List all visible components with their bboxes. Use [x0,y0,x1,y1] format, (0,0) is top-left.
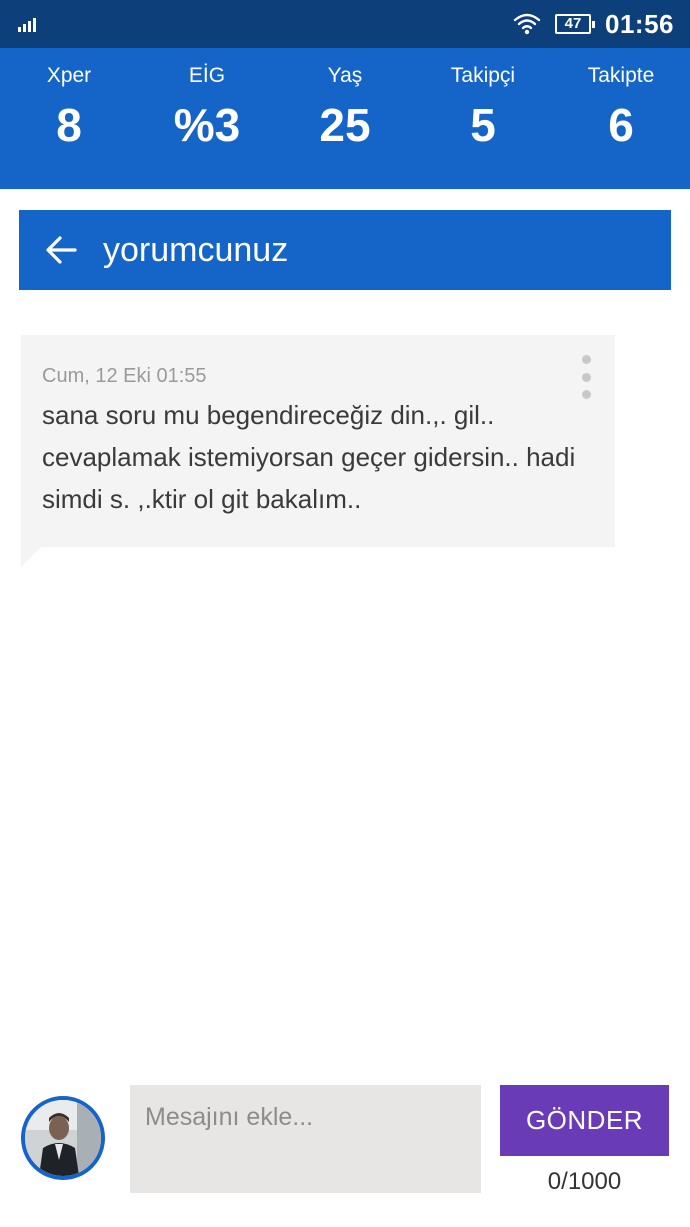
stat-value: %3 [173,99,241,151]
stat-label: Takipçi [450,64,516,87]
message-bubble: Cum, 12 Eki 01:55 sana soru mu begendire… [21,335,615,547]
stat-age[interactable]: Yaş 25 [276,48,414,189]
stat-label: Xper [46,64,92,87]
send-button[interactable]: GÖNDER [500,1085,669,1156]
stat-following[interactable]: Takipte 6 [552,48,690,189]
avatar-image [25,1100,101,1176]
conversation-header: yorumcunuz [19,210,671,290]
page-title: yorumcunuz [103,230,289,269]
signal-icon [18,18,36,32]
status-clock: 01:56 [605,8,674,39]
message-input[interactable] [130,1085,481,1193]
wifi-icon [513,13,541,35]
battery-level: 47 [564,15,582,32]
stat-label: Takipte [587,64,655,87]
stat-label: EİG [188,64,226,87]
arrow-left-icon [46,236,77,264]
stat-label: Yaş [327,64,363,87]
stat-eig[interactable]: EİG %3 [138,48,276,189]
stat-value: 25 [319,99,371,151]
stat-value: 6 [608,99,634,151]
message-text: sana soru mu begendireceğiz din.,. gil..… [42,400,576,514]
stat-followers[interactable]: Takipçi 5 [414,48,552,189]
battery-icon: 47 [555,14,595,34]
message-timestamp: Cum, 12 Eki 01:55 [42,365,207,387]
back-button[interactable] [19,210,103,290]
profile-stats: Xper 8 EİG %3 Yaş 25 Takipçi 5 Takipte 6 [0,48,690,189]
avatar[interactable] [21,1096,105,1180]
more-options-button[interactable] [573,355,599,399]
stat-value: 5 [470,99,496,151]
more-vertical-icon [581,355,591,364]
stat-value: 8 [56,99,82,151]
status-bar: 47 01:56 [0,0,690,48]
stat-xper[interactable]: Xper 8 [0,48,138,189]
bubble-tail [21,547,41,567]
character-counter: 0/1000 [547,1168,622,1195]
